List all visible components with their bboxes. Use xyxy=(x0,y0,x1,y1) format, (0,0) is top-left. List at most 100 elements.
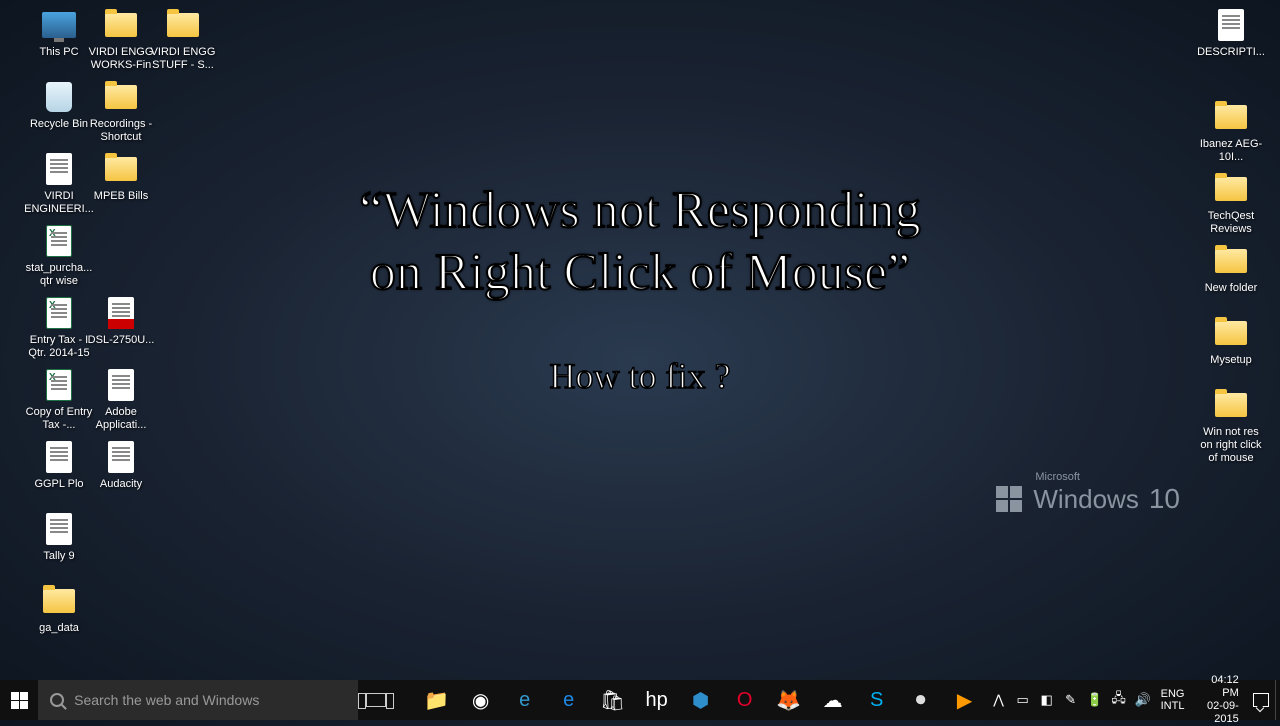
desktop-icon-virdi-engg-stuff[interactable]: VIRDI ENGG STUFF - S... xyxy=(148,8,218,72)
desktop-icon-audacity[interactable]: Audacity xyxy=(86,440,156,491)
desktop-icon-techqest-reviews[interactable]: TechQest Reviews xyxy=(1196,172,1266,236)
wmp-icon[interactable]: ▶ xyxy=(943,680,987,720)
icon-label: Mysetup xyxy=(1196,354,1266,367)
icon-label: Ibanez AEG-10I... xyxy=(1196,138,1266,164)
file-explorer-icon[interactable]: 📁 xyxy=(415,680,459,720)
language-indicator[interactable]: ENG INTL xyxy=(1155,688,1191,712)
search-box[interactable]: Search the web and Windows xyxy=(38,680,358,720)
overlay-line1: “Windows not Responding xyxy=(190,180,1090,242)
tray-pen-icon[interactable]: ✎ xyxy=(1059,680,1083,720)
icon-label: VIRDI ENGINEERI... xyxy=(24,190,94,216)
icon-label: Tally 9 xyxy=(24,550,94,563)
taskbar-apps: 📁◉ee🛍hp⬢O🦊☁S⏺▶ xyxy=(415,680,987,720)
folder-icon xyxy=(1214,100,1248,134)
desktop-icon-mpeb-bills[interactable]: MPEB Bills xyxy=(86,152,156,203)
desktop-icon-virdi-engineeri[interactable]: VIRDI ENGINEERI... xyxy=(24,152,94,216)
icon-label: Recordings - Shortcut xyxy=(86,118,156,144)
desktop-icon-recordings-shortcut[interactable]: Recordings - Shortcut xyxy=(86,80,156,144)
folder-icon xyxy=(104,152,138,186)
desktop-icon-new-folder[interactable]: New folder xyxy=(1196,244,1266,295)
desktop-icon-tally9[interactable]: Tally 9 xyxy=(24,512,94,563)
icon-label: Adobe Applicati... xyxy=(86,406,156,432)
pc-icon xyxy=(42,8,76,42)
task-view-icon xyxy=(366,693,386,707)
windows-start-icon xyxy=(11,692,28,709)
clock-date: 02-09-2015 xyxy=(1198,700,1238,726)
tray-chevron-icon[interactable]: ⋀ xyxy=(987,680,1011,720)
clock[interactable]: 04:12 PM 02-09-2015 xyxy=(1190,674,1246,726)
folder-icon xyxy=(104,8,138,42)
clock-time: 04:12 PM xyxy=(1198,674,1238,700)
xls-icon xyxy=(42,368,76,402)
icon-label: Win not res on right click of mouse xyxy=(1196,426,1266,465)
windows10-brand: Microsoft Windows10 xyxy=(995,471,1180,515)
overlay-sub: How to fix ? xyxy=(190,355,1090,397)
paper-icon xyxy=(42,512,76,546)
desktop: This PCVIRDI ENGG WORKS-FinVIRDI ENGG ST… xyxy=(0,0,1280,680)
search-icon xyxy=(50,693,64,707)
action-center-button[interactable] xyxy=(1247,680,1276,720)
overlay-line2: on Right Click of Mouse” xyxy=(190,242,1090,304)
desktop-icon-win-not-res[interactable]: Win not res on right click of mouse xyxy=(1196,388,1266,465)
xls-icon xyxy=(42,296,76,330)
skype-icon[interactable]: S xyxy=(855,680,899,720)
desktop-icon-ga-data[interactable]: ga_data xyxy=(24,584,94,635)
icon-label: New folder xyxy=(1196,282,1266,295)
icon-label: Audacity xyxy=(86,478,156,491)
search-placeholder: Search the web and Windows xyxy=(74,692,259,708)
brand-windows: Windows xyxy=(1033,484,1138,515)
folder-icon xyxy=(1214,244,1248,278)
tray-hp-icon[interactable]: ◧ xyxy=(1035,680,1059,720)
desktop-icon-virdi-engg-works[interactable]: VIRDI ENGG WORKS-Fin xyxy=(86,8,156,72)
start-button[interactable] xyxy=(0,680,38,720)
hp-icon[interactable]: hp xyxy=(635,680,679,720)
icon-label: ga_data xyxy=(24,622,94,635)
task-view-button[interactable] xyxy=(358,680,395,720)
edge-icon[interactable]: e xyxy=(547,680,591,720)
tray-network-icon[interactable]: 🖧 xyxy=(1107,680,1131,720)
ie-icon[interactable]: e xyxy=(503,680,547,720)
taskbar: Search the web and Windows 📁◉ee🛍hp⬢O🦊☁S⏺… xyxy=(0,680,1280,720)
chrome-icon[interactable]: ◉ xyxy=(459,680,503,720)
screenrec-icon[interactable]: ⏺ xyxy=(899,680,943,720)
tray-volume-icon[interactable]: 🔊 xyxy=(1131,680,1155,720)
notification-icon xyxy=(1253,693,1269,707)
system-tray: ⋀▭◧✎🔋🖧🔊 ENG INTL 04:12 PM 02-09-2015 xyxy=(987,680,1280,720)
brand-microsoft: Microsoft xyxy=(1035,471,1180,483)
tray-touchpad-icon[interactable]: ▭ xyxy=(1011,680,1035,720)
desktop-icon-this-pc[interactable]: This PC xyxy=(24,8,94,59)
xls-icon xyxy=(42,224,76,258)
folder-icon xyxy=(104,80,138,114)
desktop-icon-entry-tax-1[interactable]: Entry Tax - I Qtr. 2014-15 xyxy=(24,296,94,360)
desktop-icon-ggpl-plo[interactable]: GGPL Plo xyxy=(24,440,94,491)
icon-label: VIRDI ENGG STUFF - S... xyxy=(148,46,218,72)
show-desktop-button[interactable] xyxy=(1275,680,1280,720)
icon-label: DSL-2750U... xyxy=(86,334,156,347)
desktop-icon-recycle-bin[interactable]: Recycle Bin xyxy=(24,80,94,131)
desktop-icon-stat-purcha[interactable]: stat_purcha... qtr wise xyxy=(24,224,94,288)
icon-label: TechQest Reviews xyxy=(1196,210,1266,236)
dropbox-icon[interactable]: ⬢ xyxy=(679,680,723,720)
opera-icon[interactable]: O xyxy=(723,680,767,720)
desktop-icon-copy-entry-tax[interactable]: Copy of Entry Tax -... xyxy=(24,368,94,432)
tray-battery-icon[interactable]: 🔋 xyxy=(1083,680,1107,720)
firefox-icon[interactable]: 🦊 xyxy=(767,680,811,720)
icon-label: DESCRIPTI... xyxy=(1196,46,1266,59)
paper-icon xyxy=(104,368,138,402)
paper-icon xyxy=(42,440,76,474)
overlay-text: “Windows not Responding on Right Click o… xyxy=(190,180,1090,397)
folder-icon xyxy=(42,584,76,618)
icon-label: Recycle Bin xyxy=(24,118,94,131)
desktop-icon-adobe-applicati[interactable]: Adobe Applicati... xyxy=(86,368,156,432)
onedrive-icon[interactable]: ☁ xyxy=(811,680,855,720)
icon-label: This PC xyxy=(24,46,94,59)
folder-icon xyxy=(1214,172,1248,206)
lang-bottom: INTL xyxy=(1161,700,1185,712)
desktop-icon-dsl-2750u[interactable]: DSL-2750U... xyxy=(86,296,156,347)
desktop-icon-descripti[interactable]: DESCRIPTI... xyxy=(1196,8,1266,59)
paper-icon xyxy=(104,440,138,474)
desktop-icon-mysetup[interactable]: Mysetup xyxy=(1196,316,1266,367)
desktop-icon-ibanez-aeg[interactable]: Ibanez AEG-10I... xyxy=(1196,100,1266,164)
icon-label: Copy of Entry Tax -... xyxy=(24,406,94,432)
store-icon[interactable]: 🛍 xyxy=(591,680,635,720)
